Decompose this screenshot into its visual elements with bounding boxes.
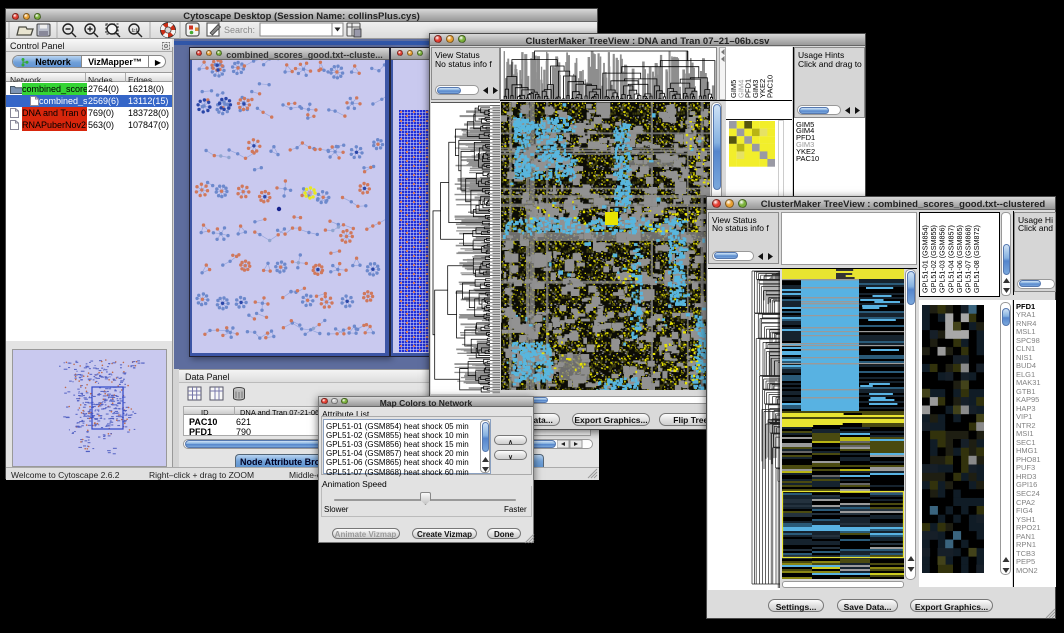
- svg-text:1:1: 1:1: [132, 28, 139, 33]
- svg-text:GPL51-08 (GSM872): GPL51-08 (GSM872): [972, 225, 981, 293]
- svg-text:Search:: Search:: [224, 25, 255, 35]
- svg-text:PAC10: PAC10: [766, 75, 775, 98]
